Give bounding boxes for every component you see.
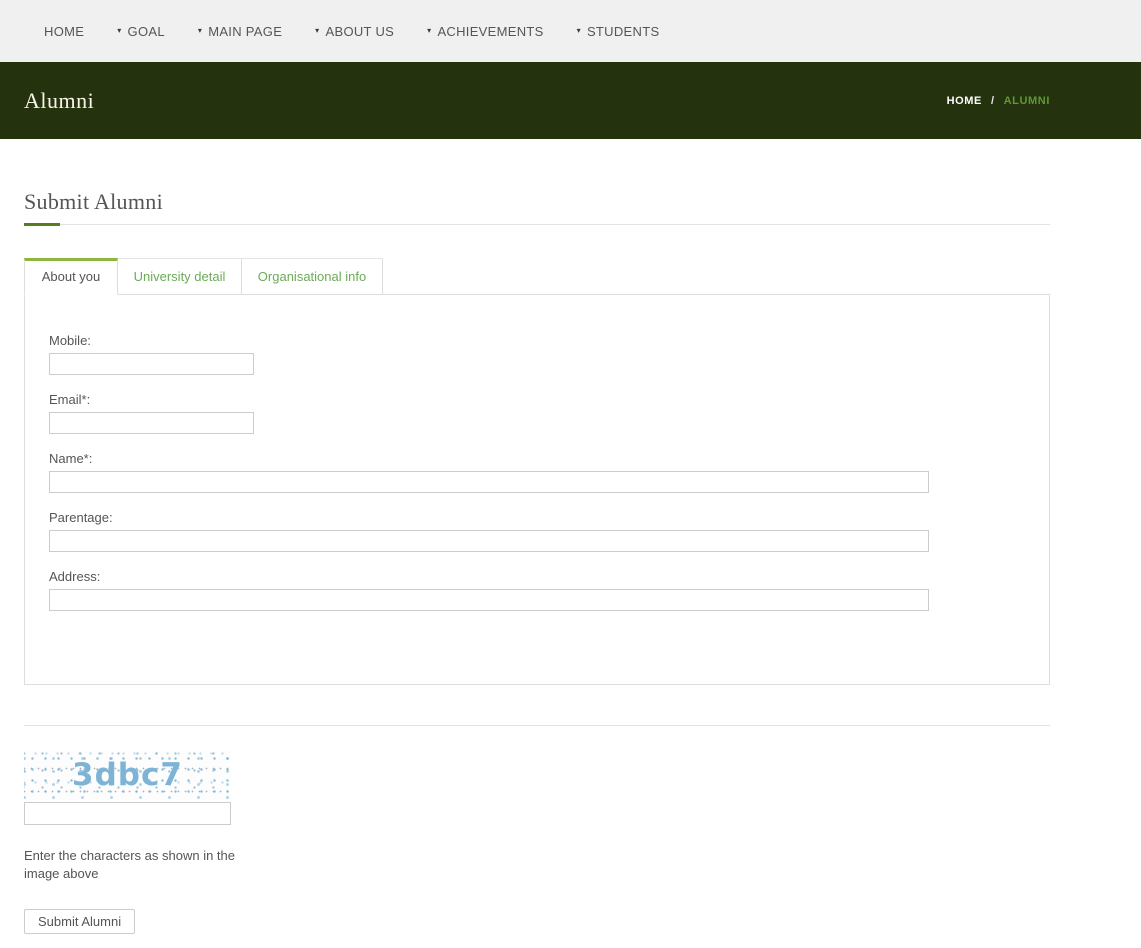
nav-item-about-us[interactable]: ▾ ABOUT US [315, 24, 394, 39]
nav-item-label: HOME [44, 24, 84, 39]
address-input[interactable] [49, 589, 929, 611]
nav-item-label: ABOUT US [326, 24, 395, 39]
submit-alumni-button[interactable]: Submit Alumni [24, 909, 135, 934]
about-you-panel: Mobile: Email*: Name*: Parentage: Addres… [24, 294, 1050, 685]
nav-item-home[interactable]: HOME [44, 24, 84, 39]
field-group-name: Name*: [49, 451, 1025, 493]
breadcrumb: HOME / ALUMNI [947, 95, 1050, 107]
field-group-address: Address: [49, 569, 1025, 611]
captcha-instruction: Enter the characters as shown in the ima… [24, 847, 242, 883]
breadcrumb-separator: / [991, 95, 995, 107]
caret-down-icon: ▾ [117, 27, 121, 35]
parentage-label: Parentage: [49, 510, 1025, 525]
nav-item-label: STUDENTS [587, 24, 659, 39]
field-group-mobile: Mobile: [49, 333, 1025, 375]
address-label: Address: [49, 569, 1025, 584]
nav-item-label: GOAL [128, 24, 165, 39]
name-label: Name*: [49, 451, 1025, 466]
top-navigation: HOME ▾ GOAL ▾ MAIN PAGE ▾ ABOUT US ▾ ACH… [0, 0, 1141, 62]
caret-down-icon: ▾ [427, 27, 431, 35]
caret-down-icon: ▾ [577, 27, 581, 35]
tab-organisational-info[interactable]: Organisational info [242, 258, 383, 294]
nav-item-goal[interactable]: ▾ GOAL [117, 24, 165, 39]
main-content: Submit Alumni About you University detai… [24, 189, 1050, 934]
captcha-input[interactable] [24, 802, 231, 825]
caret-down-icon: ▾ [198, 27, 202, 35]
caret-down-icon: ▾ [315, 27, 319, 35]
tab-university-detail[interactable]: University detail [118, 258, 242, 294]
nav-item-label: MAIN PAGE [208, 24, 282, 39]
section-title-rule [24, 224, 1050, 225]
mobile-input[interactable] [49, 353, 254, 375]
breadcrumb-home-link[interactable]: HOME [947, 95, 982, 107]
tab-about-you[interactable]: About you [24, 258, 118, 295]
breadcrumb-current: ALUMNI [1004, 95, 1050, 107]
captcha-code-text: 3dbc7 [72, 757, 183, 793]
page-title: Alumni [24, 88, 94, 114]
section-title: Submit Alumni [24, 189, 1050, 215]
field-group-parentage: Parentage: [49, 510, 1025, 552]
name-input[interactable] [49, 471, 929, 493]
parentage-input[interactable] [49, 530, 929, 552]
field-group-email: Email*: [49, 392, 1025, 434]
nav-item-achievements[interactable]: ▾ ACHIEVEMENTS [427, 24, 544, 39]
nav-item-main-page[interactable]: ▾ MAIN PAGE [198, 24, 282, 39]
mobile-label: Mobile: [49, 333, 1025, 348]
section-divider [24, 725, 1050, 726]
email-input[interactable] [49, 412, 254, 434]
nav-item-students[interactable]: ▾ STUDENTS [577, 24, 660, 39]
email-label: Email*: [49, 392, 1025, 407]
nav-item-label: ACHIEVEMENTS [437, 24, 543, 39]
captcha-image: 3dbc7 [24, 750, 231, 800]
form-tabs: About you University detail Organisation… [24, 258, 1050, 294]
page-banner: Alumni HOME / ALUMNI [0, 62, 1141, 139]
